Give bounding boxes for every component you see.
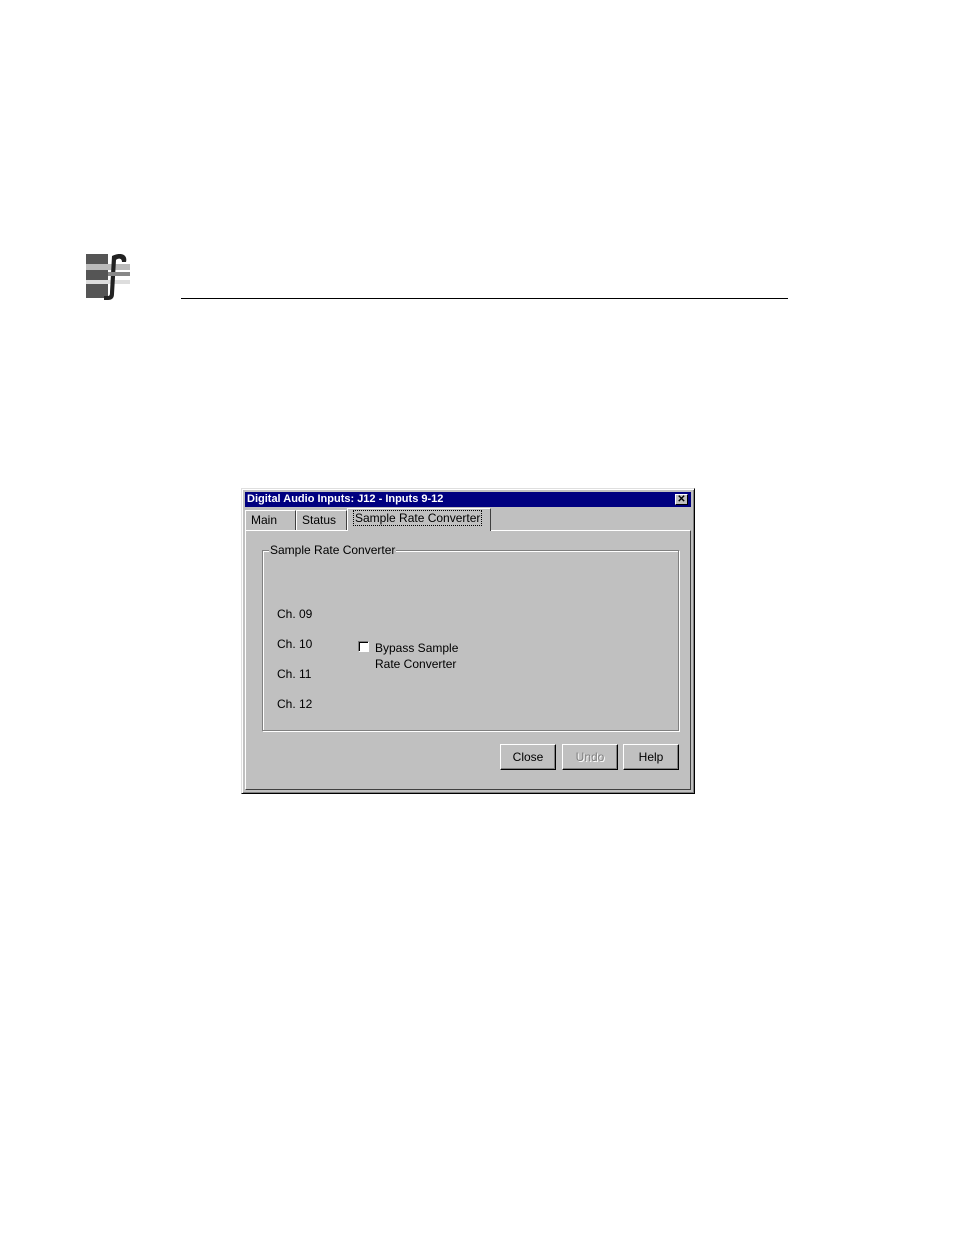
dialog-title: Digital Audio Inputs: J12 - Inputs 9-12 [247,493,444,505]
header-rule [181,298,788,299]
channel-label: Ch. 10 [277,637,313,651]
tab-status-label: Status [302,513,337,527]
bypass-checkbox-label: Bypass Sample Rate Converter [375,641,459,671]
bypass-sample-rate-converter-checkbox[interactable] [358,641,369,652]
digital-audio-inputs-dialog: Digital Audio Inputs: J12 - Inputs 9-12 … [241,488,695,794]
close-button[interactable]: Close [500,744,556,770]
channel-label: Ch. 11 [277,667,312,681]
tab-sample-rate-converter[interactable]: Sample Rate Converter [347,508,491,531]
tab-sample-rate-converter-label: Sample Rate Converter [353,510,483,526]
tab-main-label: Main [251,513,278,527]
help-button[interactable]: Help [623,744,679,770]
company-logo-icon [86,250,130,302]
undo-button[interactable]: Undo [562,744,618,770]
group-title: Sample Rate Converter [269,543,397,557]
dialog-titlebar[interactable]: Digital Audio Inputs: J12 - Inputs 9-12 … [245,492,691,507]
channel-label: Ch. 12 [277,697,313,711]
channel-label: Ch. 09 [277,607,313,621]
tab-panel: Sample Rate Converter Ch. 09 Ch. 10 Ch. … [245,530,691,790]
close-icon[interactable]: ✕ [675,494,688,505]
tab-main[interactable]: Main [245,510,296,530]
tab-status[interactable]: Status [296,510,347,530]
sample-rate-converter-group: Sample Rate Converter Ch. 09 Ch. 10 Ch. … [262,543,679,731]
